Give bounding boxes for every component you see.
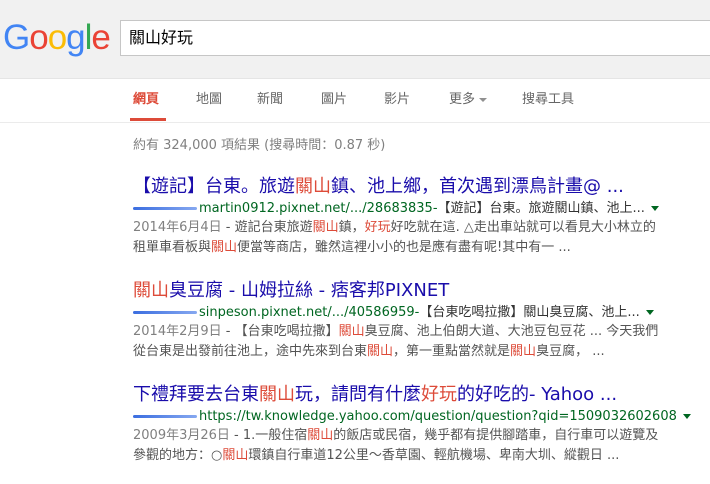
result-url[interactable]: https://tw.knowledge.yahoo.com/question/… <box>199 409 677 424</box>
result-url[interactable]: sinpeson.pixnet.net/.../40586959- <box>199 305 419 320</box>
header-bar: Google 關山好玩 <box>0 0 710 79</box>
tab-more-label: 更多 <box>449 92 476 107</box>
tab-news[interactable]: 新聞 <box>257 92 283 108</box>
text-run: 臭豆腐、池上伯朗大道、大池豆包豆花 ... 今天我們 <box>364 324 659 339</box>
logo-letter: g <box>66 18 85 57</box>
text-run: 便當等商店，雖然這裡小小的也是應有盡有呢!其中有一 ... <box>237 240 571 255</box>
google-logo[interactable]: Google <box>3 18 111 58</box>
text-run: 從台東是出發前往池上，途中先來到台東 <box>133 344 368 359</box>
highlighted-keyword: 關山 <box>307 428 334 443</box>
result-snippet-line: 租單車看板與關山便當等商店，雖然這裡小小的也是應有盡有呢!其中有一 ... <box>133 238 703 258</box>
highlighted-keyword: 關山 <box>312 220 339 235</box>
logo-letter: o <box>29 18 48 57</box>
text-run: 的好吃的- Yahoo ... <box>457 384 618 405</box>
result-date: 2014年2月9日 <box>133 324 222 339</box>
highlighted-keyword: 關山 <box>367 344 394 359</box>
tab-more[interactable]: 更多 <box>449 92 488 108</box>
text-run: 鎮， <box>338 220 365 235</box>
logo-letter: o <box>47 18 67 57</box>
text-run: 下禮拜要去台東 <box>133 384 259 405</box>
result-url-extra: 【遊記】台東。旅遊關山鎮、池上... <box>437 201 645 216</box>
result-date: 2009年3月26日 <box>133 428 230 443</box>
result-stats: 約有 324,000 項結果 (搜尋時間：0.87 秒) <box>133 138 386 153</box>
text-run: 環鎮自行車道12公里～香草園、輕航機場、卑南大圳、縱觀日 ... <box>248 448 620 463</box>
tab-maps[interactable]: 地圖 <box>196 92 222 108</box>
search-input[interactable]: 關山好玩 <box>120 20 710 56</box>
text-run: 玩，請問有什麼 <box>295 384 421 405</box>
search-result: 關山臭豆腐 - 山姆拉絲 - 痞客邦PIXNET sinpeson.pixnet… <box>133 280 703 362</box>
tab-videos[interactable]: 影片 <box>384 92 410 108</box>
search-result: 下禮拜要去台東關山玩，請問有什麼好玩的好吃的- Yahoo ... https:… <box>133 384 703 466</box>
text-run: 的飯店或民宿，幾乎都有提供腳踏車，自行車可以遊覽及 <box>333 428 659 443</box>
result-url-line: martin0912.pixnet.net/.../28683835-【遊記】台… <box>133 200 703 218</box>
result-title-link[interactable]: 【遊記】台東。旅遊關山鎮、池上鄉，首次遇到漂鳥計畫@ ... <box>133 176 703 198</box>
highlighted-keyword: 關山 <box>259 384 295 405</box>
result-snippet-line: 參觀的地方：○關山環鎮自行車道12公里～香草園、輕航機場、卑南大圳、縱觀日 ..… <box>133 446 703 466</box>
chevron-down-icon <box>479 97 488 102</box>
highlighted-keyword: 關山 <box>211 240 238 255</box>
result-snippet-line: 2009年3月26日 - 1.一般住宿關山的飯店或民宿，幾乎都有提供腳踏車，自行… <box>133 426 703 446</box>
result-date: 2014年6月4日 <box>133 220 222 235</box>
tab-images[interactable]: 圖片 <box>321 92 347 108</box>
search-tabs: 網頁 地圖 新聞 圖片 影片 更多 搜尋工具 <box>0 79 710 123</box>
text-run: - 【台東吃喝拉撒】 <box>221 324 339 339</box>
url-marker <box>133 311 197 314</box>
result-url[interactable]: martin0912.pixnet.net/.../28683835- <box>199 201 438 216</box>
search-result: 【遊記】台東。旅遊關山鎮、池上鄉，首次遇到漂鳥計畫@ ... martin091… <box>133 176 703 258</box>
text-run: - 遊記台東旅遊 <box>221 220 313 235</box>
logo-letter: e <box>91 18 110 57</box>
highlighted-keyword: 好玩 <box>364 220 391 235</box>
text-run: 臭豆腐 - 山姆拉絲 - 痞客邦PIXNET <box>169 280 450 301</box>
url-marker <box>133 415 197 418</box>
result-snippet-line: 2014年6月4日 - 遊記台東旅遊關山鎮，好玩好吃就在這. △走出車站就可以看… <box>133 218 703 238</box>
highlighted-keyword: 好玩 <box>421 384 457 405</box>
text-run: 鎮、池上鄉，首次遇到漂鳥計畫@ ... <box>331 176 624 197</box>
text-run: 好吃就在這. △走出車站就可以看見大小林立的 <box>390 220 656 235</box>
text-run: - 1.一般住宿 <box>229 428 308 443</box>
text-run: 臭豆腐， ... <box>536 344 605 359</box>
tab-search-tools[interactable]: 搜尋工具 <box>522 92 574 108</box>
search-query-text: 關山好玩 <box>129 28 194 47</box>
result-snippet-line: 2014年2月9日 - 【台東吃喝拉撒】關山臭豆腐、池上伯朗大道、大池豆包豆花 … <box>133 322 703 342</box>
text-run: 【遊記】台東。旅遊 <box>133 176 295 197</box>
highlighted-keyword: 關山 <box>222 448 249 463</box>
result-url-line: sinpeson.pixnet.net/.../40586959-【台東吃喝拉撒… <box>133 304 703 322</box>
highlighted-keyword: 關山 <box>295 176 331 197</box>
result-url-line: https://tw.knowledge.yahoo.com/question/… <box>133 408 703 426</box>
url-marker <box>133 207 197 210</box>
text-run: 租單車看板與 <box>133 240 212 255</box>
highlighted-keyword: 關山 <box>133 280 169 301</box>
active-tab-indicator <box>130 118 166 121</box>
tab-web[interactable]: 網頁 <box>133 92 159 108</box>
result-title-link[interactable]: 下禮拜要去台東關山玩，請問有什麼好玩的好吃的- Yahoo ... <box>133 384 703 406</box>
dropdown-arrow-icon[interactable] <box>650 206 659 211</box>
text-run: ，第一重點當然就是 <box>393 344 511 359</box>
result-url-extra: 【台東吃喝拉撒】關山臭豆腐、池上... <box>419 305 640 320</box>
dropdown-arrow-icon[interactable] <box>682 414 691 419</box>
dropdown-arrow-icon[interactable] <box>645 310 654 315</box>
logo-letter: G <box>3 18 30 57</box>
text-run: 參觀的地方：○ <box>133 448 223 463</box>
result-title-link[interactable]: 關山臭豆腐 - 山姆拉絲 - 痞客邦PIXNET <box>133 280 703 302</box>
result-snippet-line: 從台東是出發前往池上，途中先來到台東關山，第一重點當然就是關山臭豆腐， ... <box>133 342 703 362</box>
highlighted-keyword: 關山 <box>338 324 365 339</box>
highlighted-keyword: 關山 <box>510 344 537 359</box>
